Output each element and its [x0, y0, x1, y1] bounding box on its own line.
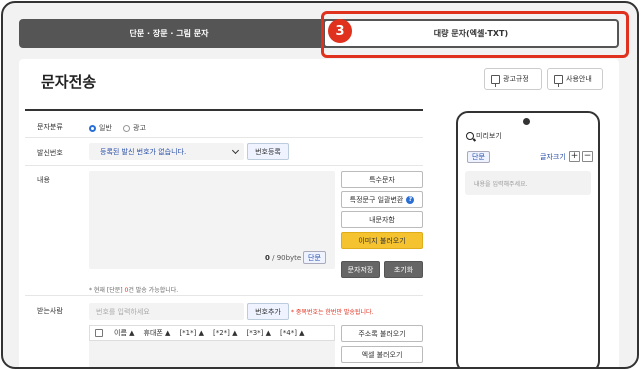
col-phone[interactable]: 휴대폰 ▲ — [144, 328, 171, 338]
help-icon[interactable]: ? — [406, 195, 415, 204]
col-var2[interactable]: [*2*] ▲ — [213, 329, 238, 337]
radio-ad-label: 광고 — [133, 124, 146, 132]
sender-number-value: 등록된 발신 번호가 없습니다. — [100, 147, 187, 156]
save-message-button[interactable]: 문자저장 — [341, 261, 380, 278]
bulk-replace-label: 특정문구 일괄변환 — [349, 195, 404, 204]
radio-general[interactable]: 일반 — [89, 123, 112, 133]
radio-general-label: 일반 — [99, 124, 112, 132]
camera-notch — [523, 118, 530, 125]
radio-dot-checked — [89, 124, 96, 132]
chevron-down-icon — [231, 146, 240, 155]
step-badge: 3 — [328, 19, 352, 43]
divider — [25, 137, 423, 138]
load-address-book-button[interactable]: 주소록 불러오기 — [341, 325, 423, 342]
reset-button[interactable]: 초기화 — [384, 261, 423, 278]
tab-sms-mms[interactable]: 단문 · 장문 · 그림 문자 — [19, 19, 319, 48]
col-var1[interactable]: [*1*] ▲ — [179, 329, 204, 337]
sender-label: 발신번호 — [37, 149, 63, 157]
sender-number-select[interactable]: 등록된 발신 번호가 없습니다. — [89, 143, 244, 160]
signboard-icon — [554, 74, 563, 87]
phone-preview: 미리보기 단문 글자크기 + − 내용을 입력해주세요. — [456, 111, 600, 367]
form-top-divider — [25, 109, 423, 111]
usage-guide-button[interactable]: 사용안내 — [547, 68, 603, 90]
preview-bubble: 내용을 입력해주세요. — [465, 171, 591, 195]
load-excel-button[interactable]: 엑셀 불러오기 — [341, 346, 423, 363]
ad-rules-label: 광고규정 — [503, 75, 529, 83]
add-number-button[interactable]: 번호추가 — [247, 303, 289, 320]
ad-rules-button[interactable]: 광고규정 — [484, 68, 542, 90]
signboard-icon — [491, 74, 500, 87]
note-prefix: * 현재 [단문] — [89, 287, 125, 294]
font-decrease-button[interactable]: − — [582, 151, 593, 162]
recipient-placeholder: 번호를 입력하세요 — [96, 307, 150, 316]
my-messages-button[interactable]: 내문자함 — [341, 211, 423, 228]
bulk-replace-button[interactable]: 특정문구 일괄변환 ? — [341, 191, 423, 208]
duplicate-note: * 중복번호는 한번만 발송됩니다. — [291, 309, 374, 316]
preview-sms-chip: 단문 — [467, 151, 490, 163]
radio-dot — [123, 124, 130, 132]
col-var4[interactable]: [*4*] ▲ — [280, 329, 305, 337]
content-label: 내용 — [37, 176, 50, 184]
search-icon — [466, 132, 474, 140]
register-number-button[interactable]: 번호등록 — [247, 143, 289, 160]
recipient-table-header: 이름 ▲ 휴대폰 ▲ [*1*] ▲ [*2*] ▲ [*3*] ▲ [*4*]… — [89, 325, 335, 341]
page-title: 문자전송 — [41, 73, 97, 91]
col-name[interactable]: 이름 ▲ — [114, 328, 135, 338]
byte-limit: / 90byte — [272, 254, 302, 262]
recipient-input[interactable]: 번호를 입력하세요 — [89, 303, 244, 320]
note-suffix: 건 발송 가능합니다. — [128, 287, 179, 294]
byte-counter: 0 / 90byte — [265, 254, 301, 262]
sms-type-chip[interactable]: 단문 — [303, 251, 326, 264]
preview-placeholder: 내용을 입력해주세요. — [474, 180, 528, 188]
send-panel: 문자전송 광고규정 사용안내 문자분류 일반 광고 발신번호 등록된 발신 번호… — [19, 59, 619, 367]
load-image-button[interactable]: 이미지 불러오기 — [341, 232, 423, 249]
tab-highlight-box — [321, 11, 629, 58]
preview-header: 미리보기 — [466, 131, 502, 141]
special-chars-button[interactable]: 특수문자 — [341, 171, 423, 188]
divider — [25, 165, 423, 166]
radio-ad[interactable]: 광고 — [123, 123, 146, 133]
usage-guide-label: 사용안내 — [566, 75, 592, 83]
app-frame: 단문 · 장문 · 그림 문자 대량 문자(엑셀·TXT) 3 문자전송 광고규… — [1, 1, 639, 369]
select-all-checkbox[interactable] — [95, 329, 103, 337]
send-availability-note: * 현재 [단문] 0건 발송 가능합니다. — [89, 285, 178, 294]
recipient-label: 받는사람 — [37, 307, 63, 315]
font-size-label: 글자크기 — [540, 153, 566, 161]
font-increase-button[interactable]: + — [569, 151, 580, 162]
col-var3[interactable]: [*3*] ▲ — [247, 329, 272, 337]
type-label: 문자분류 — [37, 123, 63, 131]
preview-title: 미리보기 — [476, 132, 502, 140]
divider — [25, 295, 423, 296]
byte-count: 0 — [265, 254, 270, 262]
recipient-table-body — [89, 341, 335, 367]
